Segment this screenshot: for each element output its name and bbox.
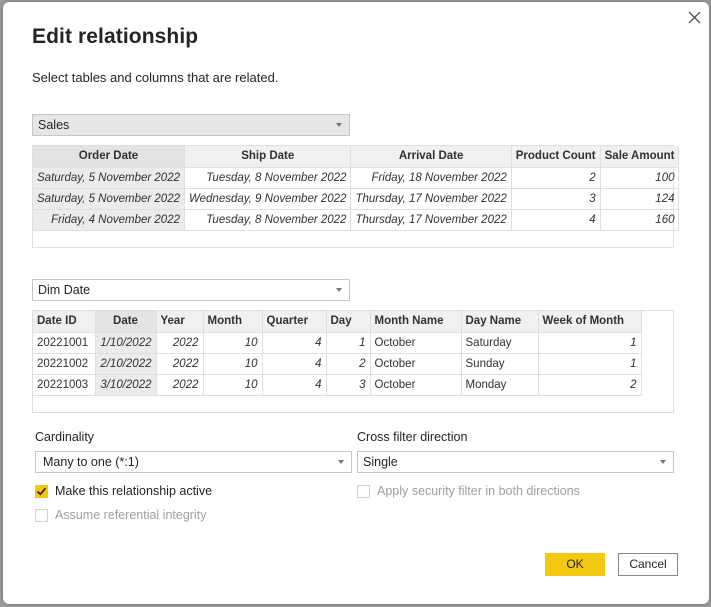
- chevron-down-icon: [336, 123, 342, 127]
- table1-grid: Order Date Ship Date Arrival Date Produc…: [33, 146, 680, 231]
- cell[interactable]: 1: [538, 353, 642, 375]
- table2-header-row: Date ID Date Year Month Quarter Day Mont…: [33, 311, 642, 333]
- make-active-label: Make this relationship active: [55, 484, 213, 498]
- cell[interactable]: 1/10/2022: [95, 332, 157, 354]
- cell[interactable]: Sunday: [461, 353, 539, 375]
- table2-select-value: Dim Date: [38, 283, 91, 297]
- cell[interactable]: Saturday: [461, 332, 539, 354]
- security-filter-label: Apply security filter in both directions: [377, 484, 580, 498]
- cross-filter-select[interactable]: Single: [357, 451, 674, 473]
- referential-integrity-checkbox-row: Assume referential integrity: [35, 508, 206, 522]
- security-filter-checkbox-row: Apply security filter in both directions: [357, 484, 580, 498]
- cell[interactable]: 10: [203, 332, 263, 354]
- cell[interactable]: 2022: [156, 332, 204, 354]
- cell[interactable]: Thursday, 17 November 2022: [350, 209, 512, 231]
- cell[interactable]: Saturday, 5 November 2022: [33, 188, 185, 210]
- cell[interactable]: 3: [326, 374, 371, 396]
- cell[interactable]: 3/10/2022: [95, 374, 157, 396]
- cell[interactable]: 100: [600, 167, 680, 189]
- column-header-date-id[interactable]: Date ID: [33, 311, 96, 333]
- cell[interactable]: October: [370, 353, 462, 375]
- chevron-down-icon: [336, 288, 342, 292]
- column-header-day-name[interactable]: Day Name: [461, 311, 539, 333]
- checkmark-icon: [36, 487, 47, 495]
- edit-relationship-dialog: Edit relationship Select tables and colu…: [3, 2, 709, 604]
- column-header-month-name[interactable]: Month Name: [370, 311, 462, 333]
- chevron-down-icon: [338, 460, 344, 464]
- cell[interactable]: 20221002: [33, 353, 96, 375]
- column-header-week-of-month[interactable]: Week of Month: [538, 311, 642, 333]
- cell[interactable]: Tuesday, 8 November 2022: [184, 167, 352, 189]
- cardinality-value: Many to one (*:1): [43, 455, 139, 469]
- cell[interactable]: Monday: [461, 374, 539, 396]
- cell[interactable]: 2: [511, 167, 601, 189]
- table2-preview: Date ID Date Year Month Quarter Day Mont…: [32, 310, 674, 413]
- cell[interactable]: Friday, 18 November 2022: [350, 167, 512, 189]
- column-header-sale-amount[interactable]: Sale Amount: [600, 146, 680, 168]
- security-filter-checkbox: [357, 484, 370, 498]
- column-header-order-date[interactable]: Order Date: [33, 146, 185, 168]
- cell[interactable]: 10: [203, 353, 263, 375]
- column-header-arrival-date[interactable]: Arrival Date: [350, 146, 512, 168]
- cell[interactable]: 10: [203, 374, 263, 396]
- cell[interactable]: 4: [262, 374, 327, 396]
- cell[interactable]: 2: [538, 374, 642, 396]
- table-row: Saturday, 5 November 2022 Wednesday, 9 N…: [33, 188, 680, 210]
- close-icon: [688, 11, 701, 24]
- column-header-date[interactable]: Date: [95, 311, 157, 333]
- referential-integrity-checkbox: [35, 508, 48, 522]
- ok-button[interactable]: OK: [545, 553, 605, 576]
- dialog-title: Edit relationship: [32, 25, 199, 48]
- column-header-month[interactable]: Month: [203, 311, 263, 333]
- column-header-ship-date[interactable]: Ship Date: [184, 146, 352, 168]
- cell[interactable]: 3: [511, 188, 601, 210]
- cell[interactable]: 2: [326, 353, 371, 375]
- make-active-checkbox-row[interactable]: Make this relationship active: [35, 484, 212, 498]
- table1-select-value: Sales: [38, 118, 70, 132]
- column-header-day[interactable]: Day: [326, 311, 371, 333]
- cell[interactable]: October: [370, 332, 462, 354]
- cross-filter-label: Cross filter direction: [357, 430, 468, 444]
- column-header-year[interactable]: Year: [156, 311, 204, 333]
- table-row: 20221002 2/10/2022 2022 10 4 2 October S…: [33, 353, 642, 375]
- chevron-down-icon: [660, 460, 666, 464]
- cell[interactable]: 124: [600, 188, 680, 210]
- cross-filter-value: Single: [363, 455, 398, 469]
- table-row: 20221003 3/10/2022 2022 10 4 3 October M…: [33, 374, 642, 396]
- cell[interactable]: 20221003: [33, 374, 96, 396]
- cancel-button[interactable]: Cancel: [618, 553, 678, 576]
- cell[interactable]: 1: [538, 332, 642, 354]
- cell[interactable]: 4: [511, 209, 601, 231]
- cell[interactable]: 1: [326, 332, 371, 354]
- table1-preview: Order Date Ship Date Arrival Date Produc…: [32, 145, 680, 248]
- cell[interactable]: Saturday, 5 November 2022: [33, 167, 185, 189]
- table2-grid: Date ID Date Year Month Quarter Day Mont…: [33, 311, 642, 396]
- column-header-product-count[interactable]: Product Count: [511, 146, 601, 168]
- dialog-subtitle: Select tables and columns that are relat…: [32, 70, 279, 85]
- cell[interactable]: 20221001: [33, 332, 96, 354]
- cell[interactable]: 4: [262, 353, 327, 375]
- cell[interactable]: October: [370, 374, 462, 396]
- table1-header-row: Order Date Ship Date Arrival Date Produc…: [33, 146, 680, 168]
- table-row: Friday, 4 November 2022 Tuesday, 8 Novem…: [33, 209, 680, 231]
- cell[interactable]: 2022: [156, 374, 204, 396]
- cell[interactable]: 160: [600, 209, 680, 231]
- table-row: 20221001 1/10/2022 2022 10 4 1 October S…: [33, 332, 642, 354]
- close-button[interactable]: [685, 8, 705, 28]
- column-header-quarter[interactable]: Quarter: [262, 311, 327, 333]
- table-row: Saturday, 5 November 2022 Tuesday, 8 Nov…: [33, 167, 680, 189]
- cell[interactable]: Wednesday, 9 November 2022: [184, 188, 352, 210]
- referential-integrity-label: Assume referential integrity: [55, 508, 207, 522]
- table1-select[interactable]: Sales: [32, 114, 350, 136]
- cell[interactable]: 2/10/2022: [95, 353, 157, 375]
- table2-select[interactable]: Dim Date: [32, 279, 350, 301]
- cardinality-select[interactable]: Many to one (*:1): [35, 451, 352, 473]
- cardinality-label: Cardinality: [35, 430, 95, 444]
- cell[interactable]: 4: [262, 332, 327, 354]
- cell[interactable]: Tuesday, 8 November 2022: [184, 209, 352, 231]
- cell[interactable]: Thursday, 17 November 2022: [350, 188, 512, 210]
- cell[interactable]: 2022: [156, 353, 204, 375]
- cell[interactable]: Friday, 4 November 2022: [33, 209, 185, 231]
- make-active-checkbox[interactable]: [35, 484, 48, 498]
